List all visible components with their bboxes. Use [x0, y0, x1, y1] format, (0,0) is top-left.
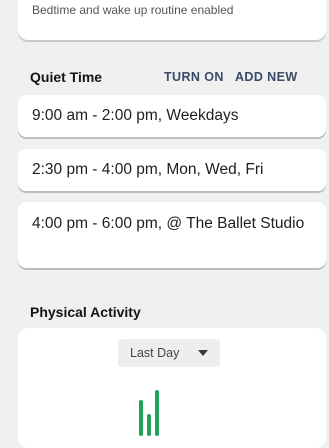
range-dropdown[interactable]: Last Day	[118, 339, 220, 367]
activity-bar	[139, 400, 143, 436]
range-dropdown-label: Last Day	[130, 346, 180, 360]
routine-status-text: Bedtime and wake up routine enabled	[32, 3, 234, 17]
activity-bar	[155, 390, 159, 436]
routine-card[interactable]: Bedtime and wake up routine enabled	[18, 0, 326, 40]
quiet-time-schedule-item[interactable]: 4:00 pm - 6:00 pm, @ The Ballet Studio	[18, 202, 326, 268]
physical-activity-card: Last Day	[18, 328, 326, 448]
quiet-time-schedule-item[interactable]: 2:30 pm - 4:00 pm, Mon, Wed, Fri	[18, 149, 326, 191]
quiet-time-header: Quiet Time TURN ON ADD NEW	[30, 69, 318, 87]
quiet-time-title: Quiet Time	[30, 69, 103, 85]
quiet-time-schedule-item[interactable]: 9:00 am - 2:00 pm, Weekdays	[18, 95, 326, 137]
physical-activity-title: Physical Activity	[30, 304, 141, 320]
add-new-button[interactable]: ADD NEW	[235, 70, 298, 84]
turn-on-button[interactable]: TURN ON	[164, 70, 224, 84]
chevron-down-icon	[198, 350, 208, 356]
activity-bars-icon	[139, 390, 169, 436]
